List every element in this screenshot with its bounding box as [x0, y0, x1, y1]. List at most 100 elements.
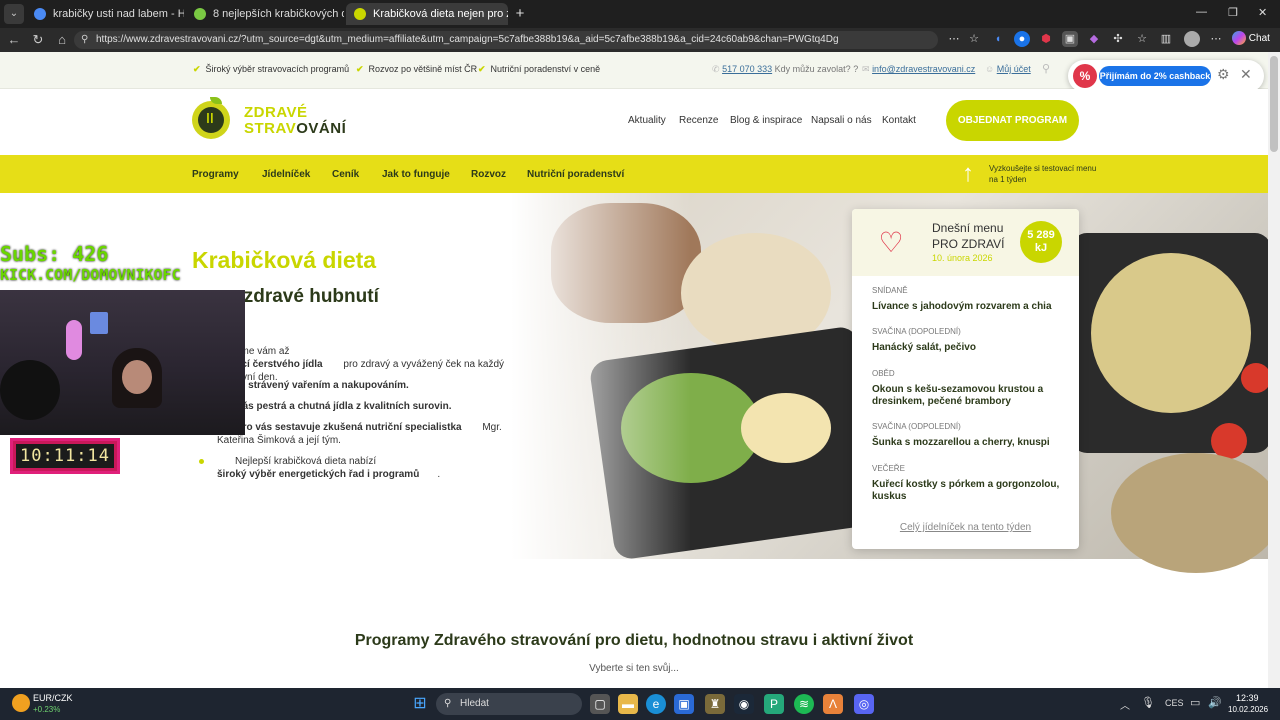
discord-icon[interactable]: ◎ [854, 694, 874, 714]
meal-dish: Okoun s kešu-sezamovou krustou a dresink… [872, 384, 1044, 407]
menu-title: Dnešní menu [932, 221, 1004, 235]
copilot-chat-button[interactable]: Chat [1232, 31, 1270, 47]
steam-icon[interactable]: ◉ [734, 694, 754, 714]
weather-widget-icon[interactable] [12, 694, 30, 712]
extension-icon[interactable]: ▣ [1062, 31, 1078, 47]
clock-date[interactable]: 10.02.2026 [1228, 705, 1268, 714]
webcam-overlay [0, 290, 245, 435]
tab-list-button[interactable]: ⌄ [4, 4, 24, 24]
tab-favicon-icon [34, 8, 46, 20]
email-link[interactable]: info@zdravestravovani.cz [872, 64, 975, 74]
split-screen-icon[interactable]: ▥ [1158, 31, 1174, 47]
user-icon: ☺ [985, 64, 995, 74]
hero-fade-overlay [511, 193, 691, 559]
close-icon[interactable]: ✕ [1240, 66, 1252, 83]
microphone-icon[interactable]: 🎙 [1141, 696, 1155, 709]
network-icon[interactable]: ▭ [1190, 696, 1200, 709]
file-explorer-icon[interactable]: ▬ [618, 694, 638, 714]
hero-bullet: i na vás pestrá a chutná jídla z kvalitn… [199, 400, 509, 413]
subnav-programy[interactable]: Programy [192, 169, 239, 180]
read-aloud-icon[interactable]: ◖ [990, 31, 1006, 47]
profile-avatar-icon[interactable] [1184, 31, 1200, 47]
phone-hint[interactable]: Kdy můžu zavolat? [775, 64, 851, 74]
volume-icon[interactable]: 🔊 [1208, 696, 1222, 709]
chevron-up-icon[interactable]: ︿ [1120, 697, 1130, 712]
more-menu-icon[interactable]: ⋯ [1208, 31, 1224, 47]
phone-link[interactable]: 517 070 333 [722, 64, 772, 74]
taskbar-search-input[interactable]: ⚲ Hledat [436, 693, 582, 715]
search-icon: ⚲ [444, 698, 452, 709]
programs-subheading: Vyberte si ten svůj... [589, 663, 679, 674]
order-program-button[interactable]: OBJEDNAT PROGRAM [946, 100, 1079, 141]
try-menu-link[interactable]: Vyzkoušejte si testovací menu na 1 týden [989, 163, 1099, 185]
hero-bullet: Nejlepší krabičková dieta nabízí široký … [199, 455, 509, 481]
stream-timer: 10:11:14 [10, 438, 120, 474]
extension-icon[interactable]: ◆ [1086, 31, 1102, 47]
windows-start-icon[interactable]: ⊞ [410, 694, 430, 714]
favorite-star-icon[interactable]: ☆ [966, 31, 982, 47]
email-contact: ✉ info@zdravestravovani.cz [862, 64, 975, 75]
clock-time[interactable]: 12:39 [1236, 693, 1259, 703]
check-icon: ✔ [193, 64, 201, 74]
task-view-icon[interactable]: ▢ [590, 694, 610, 714]
home-icon[interactable]: ⌂ [52, 30, 72, 50]
browser-tab-1[interactable]: krabičky usti nad labem - Hledat G ✕ [26, 3, 184, 25]
reload-icon[interactable]: ↻ [28, 30, 48, 50]
account-link[interactable]: Můj účet [997, 64, 1031, 74]
subnav-nutricni-poradenstvi[interactable]: Nutriční poradenství [527, 169, 624, 180]
store-icon[interactable]: ▣ [674, 694, 694, 714]
logo-text-line1[interactable]: ZDRAVÉ [244, 104, 308, 121]
subnav-jak-to-funguje[interactable]: Jak to funguje [382, 169, 450, 180]
maximize-button[interactable]: ❐ [1228, 6, 1238, 19]
check-icon: ✔ [356, 64, 364, 74]
browser-tab-3-active[interactable]: Krabičková dieta nejen pro zdravé ✕ [346, 3, 508, 25]
minimize-button[interactable]: — [1196, 6, 1207, 18]
usp-item: ✔ Rozvoz po většině míst ČR [356, 64, 478, 74]
extension-icon[interactable]: ● [1014, 31, 1030, 47]
full-week-menu-link[interactable]: Celý jídelníček na tento týden [852, 522, 1079, 533]
tab-favicon-icon [354, 8, 366, 20]
windows-taskbar [0, 688, 1280, 720]
edge-browser-icon[interactable]: e [646, 694, 666, 714]
egg-image [741, 393, 831, 463]
ticker-name[interactable]: EUR/CZK [33, 693, 73, 703]
search-icon[interactable]: ⚲ [1042, 62, 1050, 75]
copilot-icon [1232, 31, 1246, 46]
url-input[interactable]: ⚲ https://www.zdravestravovani.cz/?utm_s… [74, 31, 938, 49]
nav-recenze[interactable]: Recenze [679, 115, 718, 126]
subnav-jidelnicek[interactable]: Jídelníček [262, 169, 310, 180]
cashback-accept-button[interactable]: Přijímám do 2% cashback [1099, 66, 1211, 86]
reader-icon[interactable]: ⋯ [946, 31, 962, 47]
phone-icon: ✆ [712, 64, 720, 74]
spotify-icon[interactable]: ≋ [794, 694, 814, 714]
collections-icon[interactable]: ☆ [1134, 31, 1150, 47]
nav-kontakt[interactable]: Kontakt [882, 115, 916, 126]
subnav-rozvoz[interactable]: Rozvoz [471, 169, 506, 180]
browser-tab-2[interactable]: 8 nejlepších krabičkových diet Úst ✕ [186, 3, 344, 25]
stream-channel-url: KICK.COM/DOMOVNIKOFC [0, 266, 181, 284]
app-icon[interactable]: Λ [823, 694, 843, 714]
help-icon[interactable]: ? [853, 64, 858, 74]
page-scrollbar-thumb[interactable] [1270, 56, 1278, 152]
new-tab-button[interactable]: + [512, 5, 528, 23]
back-icon[interactable]: ← [4, 30, 24, 50]
close-window-button[interactable]: ✕ [1258, 6, 1267, 19]
tomato-image [1241, 363, 1271, 393]
nav-blog[interactable]: Blog & inspirace [730, 115, 802, 126]
extension-adblock-icon[interactable]: ⬢ [1038, 31, 1054, 47]
meal-label: OBĚD [872, 369, 895, 378]
language-indicator[interactable]: CES [1165, 698, 1184, 708]
extensions-puzzle-icon[interactable]: ✣ [1110, 31, 1126, 47]
nav-napsali-o-nas[interactable]: Napsali o nás [811, 115, 872, 126]
hero-bullet: čky pro vás sestavuje zkušená nutriční s… [199, 421, 509, 447]
settings-gear-icon[interactable]: ⚙ [1217, 66, 1230, 83]
game-app-icon[interactable]: ♜ [705, 694, 725, 714]
nav-aktuality[interactable]: Aktuality [628, 115, 666, 126]
person-face-image [122, 360, 152, 394]
chat-app-icon[interactable]: P [764, 694, 784, 714]
site-info-icon[interactable]: ⚲ [81, 31, 88, 49]
subnav-cenik[interactable]: Ceník [332, 169, 359, 180]
logo-text-line2[interactable]: STRAVOVÁNÍ [244, 120, 346, 137]
energy-badge: 5 289 kJ [1020, 221, 1062, 263]
hero-bullet: te čas strávený vařením a nakupováním. [199, 379, 509, 392]
